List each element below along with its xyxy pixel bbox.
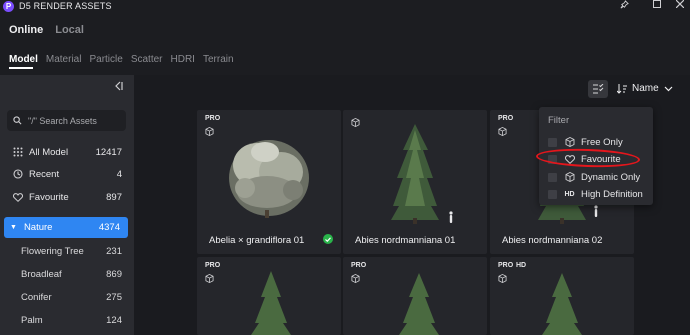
grid-icon [12, 147, 23, 157]
pin-icon[interactable] [617, 0, 631, 12]
title-bar: P D5 RENDER ASSETS [0, 0, 690, 14]
filter-option-label: High Definition [581, 188, 643, 200]
asset-card-abelia[interactable]: PRO Abelia × grandiflora 01 [197, 110, 341, 254]
subitem-label: Palm [21, 314, 43, 326]
asset-name: Abies nordmanniana 02 [502, 235, 603, 246]
human-scale-figure [594, 205, 598, 217]
sidebar-item-all-model[interactable]: All Model 12417 [12, 143, 122, 161]
downloaded-check-icon [323, 234, 333, 244]
cube-icon [564, 172, 575, 182]
caret-down-icon: ▼ [10, 224, 17, 231]
filter-option-label: Dynamic Only [581, 171, 641, 183]
filter-option-high-definition[interactable]: HD High Definition [548, 187, 648, 201]
filter-option-free-only[interactable]: Free Only [548, 135, 648, 149]
filter-button[interactable] [588, 80, 608, 98]
sidebar-item-label: Favourite [29, 191, 69, 203]
tab-local[interactable]: Local [55, 24, 84, 36]
tab-scatter[interactable]: Scatter [131, 54, 163, 65]
subitem-label: Flowering Tree [21, 245, 84, 257]
close-button[interactable] [673, 0, 687, 12]
tab-model[interactable]: Model [9, 54, 38, 65]
subitem-label: Conifer [21, 291, 52, 303]
asset-card-row2-1[interactable]: PRO [197, 257, 341, 335]
sidebar-subitem-palm[interactable]: Palm 124 [21, 312, 122, 328]
subitem-count: 231 [106, 245, 122, 257]
sidebar-item-label: All Model [29, 146, 69, 158]
tab-online[interactable]: Online [9, 24, 43, 36]
subitem-count: 869 [106, 268, 122, 280]
conifer-thumbnail [251, 271, 291, 335]
subitem-label: Broadleaf [21, 268, 62, 280]
cube-icon [564, 137, 575, 147]
asset-card-row2-2[interactable]: PRO [343, 257, 487, 335]
checkbox[interactable] [548, 189, 557, 199]
tab-particle[interactable]: Particle [89, 54, 122, 65]
tab-terrain[interactable]: Terrain [203, 54, 234, 65]
maximize-button[interactable] [650, 0, 664, 12]
sort-icon [617, 83, 627, 94]
asset-card-abies-01[interactable]: Abies nordmanniana 01 [343, 110, 487, 254]
shrub-thumbnail [229, 140, 309, 218]
sidebar-item-count: 4 [116, 168, 122, 180]
sidebar-item-recent[interactable]: Recent 4 [12, 165, 122, 183]
sidebar-item-label: Nature [23, 222, 53, 233]
subitem-count: 275 [106, 291, 122, 303]
sidebar-item-nature[interactable]: ▼ Nature 4374 [4, 217, 128, 238]
sidebar-subitem-conifer[interactable]: Conifer 275 [21, 289, 122, 305]
search-icon [13, 116, 22, 125]
checkbox[interactable] [548, 137, 557, 147]
chevron-down-icon [664, 86, 673, 91]
sidebar-item-count: 4374 [98, 222, 120, 233]
asset-card-row2-3[interactable]: PRO HD [490, 257, 634, 335]
sidebar-item-label: Recent [29, 168, 60, 180]
filter-option-label: Free Only [581, 136, 623, 148]
search-placeholder: "/" Search Assets [28, 115, 97, 126]
conifer-thumbnail [399, 273, 439, 335]
source-tabs: Online Local [9, 24, 84, 36]
sidebar-subitem-flowering-tree[interactable]: Flowering Tree 231 [21, 243, 122, 259]
asset-name: Abies nordmanniana 01 [355, 235, 456, 246]
active-tab-underline [9, 67, 33, 69]
sidebar-item-count: 897 [106, 191, 122, 203]
human-scale-figure [449, 211, 453, 223]
sidebar-item-count: 12417 [95, 146, 122, 158]
collapse-sidebar-icon[interactable] [114, 81, 123, 94]
sort-label: Name [632, 83, 659, 94]
checkbox[interactable] [548, 172, 557, 182]
search-input[interactable]: "/" Search Assets [7, 110, 126, 131]
sidebar-subitem-broadleaf[interactable]: Broadleaf 869 [21, 266, 122, 282]
filter-list-icon [592, 84, 603, 94]
tab-material[interactable]: Material [46, 54, 82, 65]
filter-option-dynamic-only[interactable]: Dynamic Only [548, 170, 648, 184]
sidebar-item-favourite[interactable]: Favourite 897 [12, 188, 122, 206]
tab-hdri[interactable]: HDRI [171, 54, 195, 65]
hd-icon: HD [564, 190, 575, 198]
conifer-thumbnail [542, 273, 582, 335]
asset-name: Abelia × grandiflora 01 [209, 235, 305, 246]
app-title: D5 RENDER ASSETS [19, 1, 112, 11]
sort-dropdown[interactable]: Name [617, 83, 673, 94]
category-tabs: Model Material Particle Scatter HDRI Ter… [9, 54, 234, 65]
heart-icon [12, 192, 23, 202]
filter-menu-title: Filter [548, 115, 570, 126]
app-logo-icon: P [3, 1, 14, 12]
subitem-count: 124 [106, 314, 122, 326]
fir-tree-thumbnail [391, 124, 453, 224]
clock-icon [12, 169, 23, 179]
